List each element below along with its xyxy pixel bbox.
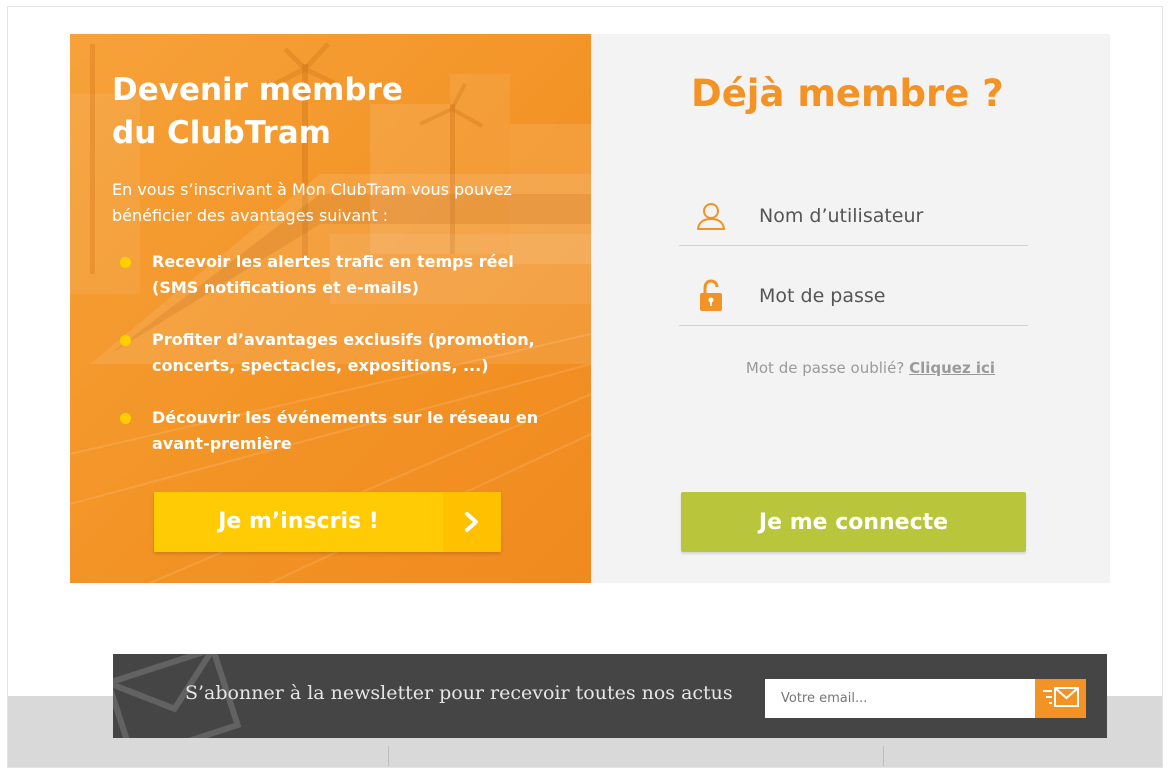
signup-panel: Devenir membre du ClubTram En vous s’ins… (70, 34, 591, 583)
benefit-text: Découvrir les événements sur le réseau e… (152, 408, 539, 427)
benefit-text: Recevoir les alertes trafic en temps rée… (152, 252, 514, 271)
benefits-list: Recevoir les alertes trafic en temps rée… (120, 249, 540, 483)
benefit-text: Profiter d’avantages exclusifs (promotio… (152, 330, 535, 349)
bullet-dot (120, 335, 131, 346)
forgot-password-text: Mot de passe oublié? (745, 359, 905, 377)
user-icon (679, 201, 743, 231)
login-button[interactable]: Je me connecte (681, 492, 1026, 552)
username-input[interactable] (759, 204, 1019, 227)
signup-title-line: Devenir membre (112, 72, 403, 108)
footer-divider (388, 746, 389, 766)
newsletter-bar: S’abonner à la newsletter pour recevoir … (113, 654, 1107, 738)
newsletter-text: S’abonner à la newsletter pour recevoir … (185, 682, 733, 704)
password-input[interactable] (759, 284, 1019, 307)
login-panel: Déjà membre ? Mot de p (591, 34, 1110, 583)
benefit-item: Profiter d’avantages exclusifs (promotio… (120, 327, 540, 379)
benefit-text: avant-première (152, 434, 292, 453)
signup-title: Devenir membre du ClubTram (112, 69, 492, 155)
bullet-dot (120, 257, 131, 268)
password-field-row (679, 266, 1028, 326)
send-mail-icon (1041, 686, 1081, 711)
signup-button-label: Je m’inscris ! (218, 509, 379, 534)
chevron-right-icon (443, 492, 501, 552)
signup-intro: En vous s’inscrivant à Mon ClubTram vous… (112, 180, 512, 225)
benefit-item: Recevoir les alertes trafic en temps rée… (120, 249, 540, 301)
lock-icon (679, 278, 743, 313)
footer-divider (883, 746, 884, 766)
benefit-item: Découvrir les événements sur le réseau e… (120, 405, 540, 457)
page-frame: Devenir membre du ClubTram En vous s’ins… (7, 6, 1163, 768)
forgot-password: Mot de passe oublié? Cliquez ici (591, 359, 1110, 377)
newsletter-email-input[interactable] (765, 679, 1035, 718)
benefit-text: (SMS notifications et e-mails) (152, 278, 419, 297)
benefit-text: concerts, spectacles, expositions, ...) (152, 356, 489, 375)
bullet-dot (120, 413, 131, 424)
username-field-row (679, 186, 1028, 246)
signup-button[interactable]: Je m’inscris ! (154, 492, 501, 552)
forgot-password-link[interactable]: Cliquez ici (909, 359, 995, 377)
signup-title-line: du ClubTram (112, 115, 331, 151)
newsletter-submit-button[interactable] (1035, 679, 1086, 718)
login-title: Déjà membre ? (691, 72, 1004, 115)
